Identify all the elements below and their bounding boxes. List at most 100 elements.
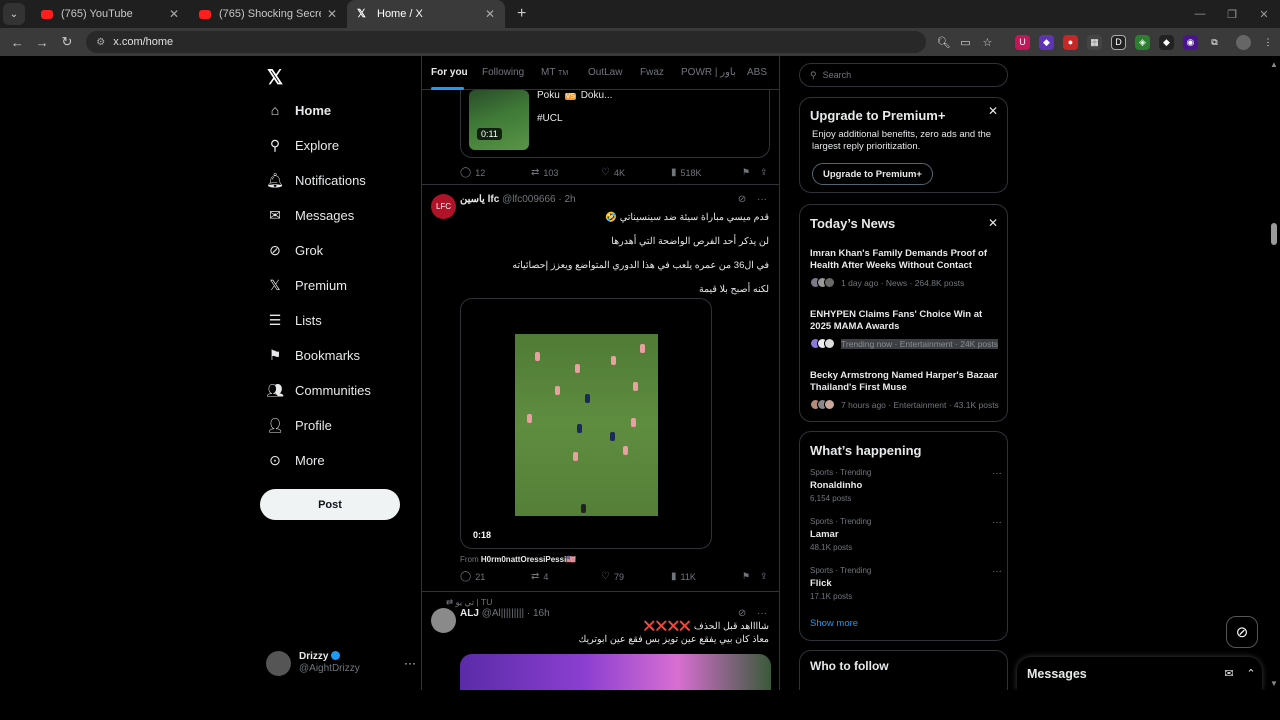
nav-item-more[interactable]: ⊙ More [266, 445, 325, 475]
news-item[interactable]: Becky Armstrong Named Harper's Bazaar Th… [810, 370, 1002, 410]
video-thumbnail[interactable] [460, 654, 771, 690]
like-button[interactable]: ♡ 79 [601, 571, 624, 582]
tab-following[interactable]: Following [482, 67, 524, 78]
tweet-time[interactable]: · 16h [527, 608, 550, 619]
author-name[interactable]: ALJ [460, 608, 479, 619]
trend-item[interactable]: Sports · Trending Flick 17.1K posts ··· [810, 566, 1002, 601]
extension-icon[interactable]: ◆ [1158, 34, 1174, 50]
tab-outlaw[interactable]: OutLaw [588, 67, 622, 78]
puzzle-icon[interactable]: ⧉ [1207, 35, 1222, 50]
extension-icon[interactable]: ◈ [1134, 34, 1150, 50]
news-item[interactable]: Imran Khan's Family Demands Proof of Hea… [810, 248, 1002, 288]
close-icon[interactable]: ✕ [988, 104, 998, 118]
avatar[interactable]: LFC [431, 194, 456, 219]
tab-abs[interactable]: ABS [747, 67, 767, 78]
more-horizontal-icon[interactable]: ··· [757, 608, 767, 619]
repost-button[interactable]: ⇄ 4 [531, 571, 548, 582]
browser-tab[interactable]: (765) YouTube ✕ [31, 0, 189, 28]
close-icon[interactable]: ✕ [169, 7, 179, 21]
reload-icon[interactable]: ↻ [56, 34, 79, 50]
video-source[interactable]: From H0rm0nattOressiPessi🇺🇸 [460, 555, 576, 564]
grok-icon[interactable]: ⊘ [738, 608, 746, 619]
video-thumbnail[interactable]: 0:11 [469, 90, 529, 150]
tab-search-button[interactable]: ⌄ [3, 3, 25, 25]
back-arrow-icon[interactable]: ← [6, 35, 29, 50]
close-window-icon[interactable]: ✕ [1248, 8, 1280, 21]
close-icon[interactable]: ✕ [485, 7, 495, 21]
grok-floating-button[interactable]: ⊘ [1226, 616, 1258, 648]
more-horizontal-icon[interactable]: ··· [404, 656, 416, 670]
author-handle[interactable]: @lfc009666 [502, 194, 556, 205]
cast-icon[interactable]: ▭ [954, 36, 976, 49]
maximize-icon[interactable]: ❐ [1216, 8, 1248, 21]
close-icon[interactable]: ✕ [988, 216, 998, 230]
more-horizontal-icon[interactable]: ··· [992, 468, 1002, 479]
more-horizontal-icon[interactable]: ··· [992, 566, 1002, 577]
tweet[interactable]: ⇄ تي يو | TU ALJ @Al||||||||| · 16h ⊘ ··… [422, 593, 779, 690]
nav-item-premium[interactable]: 𝕏 Premium [266, 270, 347, 300]
extension-icon[interactable]: ◉ [1182, 34, 1198, 50]
bookmark-icon[interactable]: ⚑ [742, 167, 750, 178]
search-input[interactable]: ⚲ Search [799, 63, 1008, 87]
star-icon[interactable]: ☆ [976, 36, 998, 49]
nav-item-grok[interactable]: ⊘ Grok [266, 235, 323, 265]
minimize-icon[interactable]: — [1184, 8, 1216, 20]
extension-icon[interactable]: U [1014, 34, 1030, 50]
forward-arrow-icon[interactable]: → [31, 35, 54, 50]
nav-item-profile[interactable]: 👤︎ Profile [266, 410, 332, 440]
more-horizontal-icon[interactable]: ··· [992, 517, 1002, 528]
extension-icon[interactable]: ◆ [1038, 34, 1054, 50]
messages-drawer[interactable]: Messages ✉ ⌃ [1017, 657, 1262, 690]
nav-item-home[interactable]: ⌂ Home [266, 95, 331, 125]
profile-icon[interactable] [1236, 34, 1252, 50]
author-handle[interactable]: @Al||||||||| [482, 608, 524, 619]
share-icon[interactable]: ⇪ [760, 167, 768, 178]
reply-button[interactable]: ◯ 21 [460, 571, 485, 582]
scroll-down-icon[interactable]: ▼ [1270, 679, 1278, 688]
nav-item-notifications[interactable]: 🔔︎ Notifications [266, 165, 366, 195]
trend-item[interactable]: Sports · Trending Lamar 48.1K posts ··· [810, 517, 1002, 552]
hashtag[interactable]: #UCL [537, 113, 563, 124]
scrollbar-thumb[interactable] [1271, 223, 1277, 245]
page-scrollbar[interactable]: ▲ ▼ [1268, 56, 1280, 690]
trend-item[interactable]: Sports · Trending Ronaldinho 6,154 posts… [810, 468, 1002, 503]
nav-item-explore[interactable]: ⚲ Explore [266, 130, 339, 160]
repost-button[interactable]: ⇄ 103 [531, 167, 558, 178]
zoom-icon[interactable]: 🔍︎ [932, 36, 954, 49]
post-button[interactable]: Post [260, 489, 400, 520]
show-more-link[interactable]: Show more [810, 618, 858, 629]
kebab-menu-icon[interactable]: ⋮ [1260, 35, 1275, 50]
avatar[interactable] [431, 608, 456, 633]
tab-powr[interactable]: POWR | باور [681, 67, 736, 78]
tweet[interactable]: 0:11 Poku VS Doku... #UCL ◯ 12 ⇄ 103 ♡ 4K ▮… [422, 76, 779, 185]
account-switcher[interactable]: Drizzy @AightDrizzy ··· [266, 648, 416, 678]
nav-item-communities[interactable]: 👥︎ Communities [266, 375, 371, 405]
tweet[interactable]: LFC ياسين lfc @lfc009666 · 2h ⊘ ··· قدم … [422, 186, 779, 592]
more-horizontal-icon[interactable]: ··· [757, 194, 767, 205]
tab-mt[interactable]: MT TM [541, 67, 568, 78]
new-tab-button[interactable]: + [517, 5, 526, 23]
url-field[interactable]: ⚙ x.com/home [86, 31, 927, 53]
extension-icon[interactable]: ● [1062, 34, 1078, 50]
tab-fwaz[interactable]: Fwaz [640, 67, 664, 78]
browser-tab-active[interactable]: 𝕏 Home / X ✕ [347, 0, 505, 28]
extension-icon[interactable]: ▦ [1086, 34, 1102, 50]
extension-icon[interactable]: D [1110, 34, 1126, 50]
x-logo-icon[interactable]: 𝕏 [267, 65, 283, 90]
site-info-icon[interactable]: ⚙ [96, 37, 105, 48]
expand-up-icon[interactable]: ⌃ [1240, 667, 1262, 680]
video-player[interactable]: 0:18 [460, 298, 712, 549]
views-button[interactable]: ▮ 518K [671, 167, 702, 178]
nav-item-lists[interactable]: ☰ Lists [266, 305, 322, 335]
like-button[interactable]: ♡ 4K [601, 167, 625, 178]
close-icon[interactable]: ✕ [327, 7, 337, 21]
share-icon[interactable]: ⇪ [760, 571, 768, 582]
reply-button[interactable]: ◯ 12 [460, 167, 485, 178]
nav-item-bookmarks[interactable]: ⚑ Bookmarks [266, 340, 360, 370]
upgrade-premium-button[interactable]: Upgrade to Premium+ [812, 163, 933, 185]
scroll-up-icon[interactable]: ▲ [1270, 60, 1278, 69]
tab-for-you[interactable]: For you [431, 67, 468, 78]
nav-item-messages[interactable]: ✉ Messages [266, 200, 354, 230]
compose-message-icon[interactable]: ✉ [1218, 667, 1240, 680]
author-name[interactable]: ياسين lfc [460, 194, 499, 205]
